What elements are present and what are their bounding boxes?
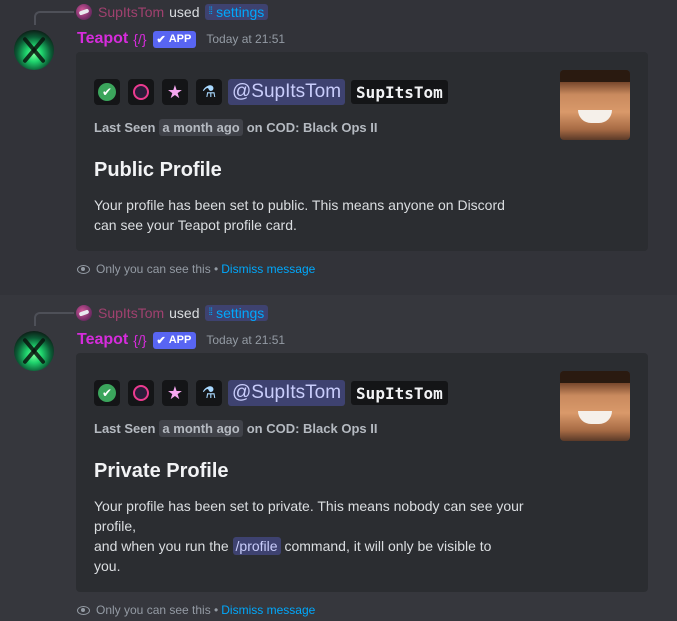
flask-badge-icon[interactable]: ⚗ [196, 79, 222, 105]
bot-name-glyph: {/} [133, 332, 147, 348]
last-seen: Last Seen a month ago on COD: Black Ops … [94, 420, 377, 437]
timestamp[interactable]: Today at 21:51 [206, 32, 285, 46]
command-reference[interactable]: SupItsTom used ⁞⁞ settings [76, 302, 269, 324]
bot-avatar[interactable] [14, 30, 54, 70]
eye-icon [77, 605, 90, 615]
bot-avatar[interactable] [14, 331, 54, 371]
message-public-profile: SupItsTom used ⁞⁞ settings Teapot {/} ✔ … [0, 0, 677, 295]
dismiss-message-link[interactable]: Dismiss message [221, 262, 315, 276]
ephemeral-notice: Only you can see this • Dismiss message [77, 262, 315, 276]
user-mention[interactable]: @SupItsTom [228, 79, 346, 105]
reply-connector [34, 11, 74, 25]
embed-description: Your profile has been set to private. Th… [94, 496, 534, 576]
user-mention[interactable]: @SupItsTom [228, 380, 346, 406]
description-line: and when you run the /profile command, i… [94, 536, 534, 556]
embed-description: Your profile has been set to public. Thi… [94, 195, 534, 235]
referenced-username[interactable]: SupItsTom [98, 4, 164, 20]
description-text: and when you run the [94, 538, 229, 554]
profile-embed: ✔ ★ ⚗ @SupItsTom SupItsTom Last Seen a m… [76, 52, 648, 251]
username-code: SupItsTom [351, 80, 448, 104]
eye-icon [77, 264, 90, 274]
last-seen-time[interactable]: a month ago [159, 119, 243, 136]
xbox-badge-icon[interactable] [128, 380, 154, 406]
referenced-user-avatar[interactable] [76, 305, 92, 321]
reply-connector [34, 312, 74, 326]
description-line: you. [94, 558, 121, 574]
message-header: Teapot {/} ✔ APP Today at 21:51 [77, 329, 285, 351]
verified-check-icon: ✔ [156, 33, 166, 46]
description-line: Your profile has been set to public. Thi… [94, 197, 505, 213]
last-seen-label: Last Seen [94, 120, 156, 135]
referenced-user-avatar[interactable] [76, 4, 92, 20]
slash-command-icon: ⁞⁞ [208, 6, 213, 17]
profile-embed: ✔ ★ ⚗ @SupItsTom SupItsTom Last Seen a m… [76, 353, 648, 592]
verified-check-icon: ✔ [156, 334, 166, 347]
last-seen-time[interactable]: a month ago [159, 420, 243, 437]
message-header: Teapot {/} ✔ APP Today at 21:51 [77, 28, 285, 50]
message-private-profile: SupItsTom used ⁞⁞ settings Teapot {/} ✔ … [0, 295, 677, 621]
timestamp[interactable]: Today at 21:51 [206, 333, 285, 347]
badge-row: ✔ ★ ⚗ @SupItsTom SupItsTom [94, 79, 448, 105]
dismiss-message-link[interactable]: Dismiss message [221, 603, 315, 617]
bot-name[interactable]: Teapot [77, 331, 128, 349]
referenced-username[interactable]: SupItsTom [98, 305, 164, 321]
bot-name[interactable]: Teapot [77, 30, 128, 48]
profile-thumbnail[interactable] [560, 371, 630, 441]
used-text: used [169, 4, 200, 20]
ephemeral-text: Only you can see this • [96, 603, 219, 617]
flask-badge-icon[interactable]: ⚗ [196, 380, 222, 406]
embed-title: Public Profile [94, 159, 222, 181]
slash-command-icon: ⁞⁞ [208, 307, 213, 318]
profile-command-code: /profile [232, 537, 281, 555]
app-tag-label: APP [168, 334, 192, 346]
last-seen-game: on COD: Black Ops II [246, 120, 378, 135]
ephemeral-text: Only you can see this • [96, 262, 219, 276]
bot-name-glyph: {/} [133, 31, 147, 47]
app-tag[interactable]: ✔ APP [152, 331, 197, 349]
verified-badge-icon[interactable]: ✔ [94, 380, 120, 406]
star-badge-icon[interactable]: ★ [162, 380, 188, 406]
description-text: command, it will only be visible to [284, 538, 492, 554]
used-text: used [169, 305, 200, 321]
description-line: Your profile has been set to private. Th… [94, 498, 524, 514]
command-name: settings [216, 4, 265, 20]
app-tag-label: APP [168, 33, 192, 45]
command-reference[interactable]: SupItsTom used ⁞⁞ settings [76, 1, 269, 23]
last-seen-label: Last Seen [94, 421, 156, 436]
description-line: profile, [94, 518, 137, 534]
embed-title: Private Profile [94, 460, 229, 482]
app-tag[interactable]: ✔ APP [152, 30, 197, 48]
star-badge-icon[interactable]: ★ [162, 79, 188, 105]
last-seen-game: on COD: Black Ops II [246, 421, 378, 436]
username-code: SupItsTom [351, 381, 448, 405]
ephemeral-notice: Only you can see this • Dismiss message [77, 603, 315, 617]
description-line: can see your Teapot profile card. [94, 217, 297, 233]
badge-row: ✔ ★ ⚗ @SupItsTom SupItsTom [94, 380, 448, 406]
command-mention[interactable]: ⁞⁞ settings [204, 305, 269, 321]
command-mention[interactable]: ⁞⁞ settings [204, 4, 269, 20]
last-seen: Last Seen a month ago on COD: Black Ops … [94, 119, 377, 136]
command-name: settings [216, 305, 265, 321]
xbox-badge-icon[interactable] [128, 79, 154, 105]
verified-badge-icon[interactable]: ✔ [94, 79, 120, 105]
profile-thumbnail[interactable] [560, 70, 630, 140]
